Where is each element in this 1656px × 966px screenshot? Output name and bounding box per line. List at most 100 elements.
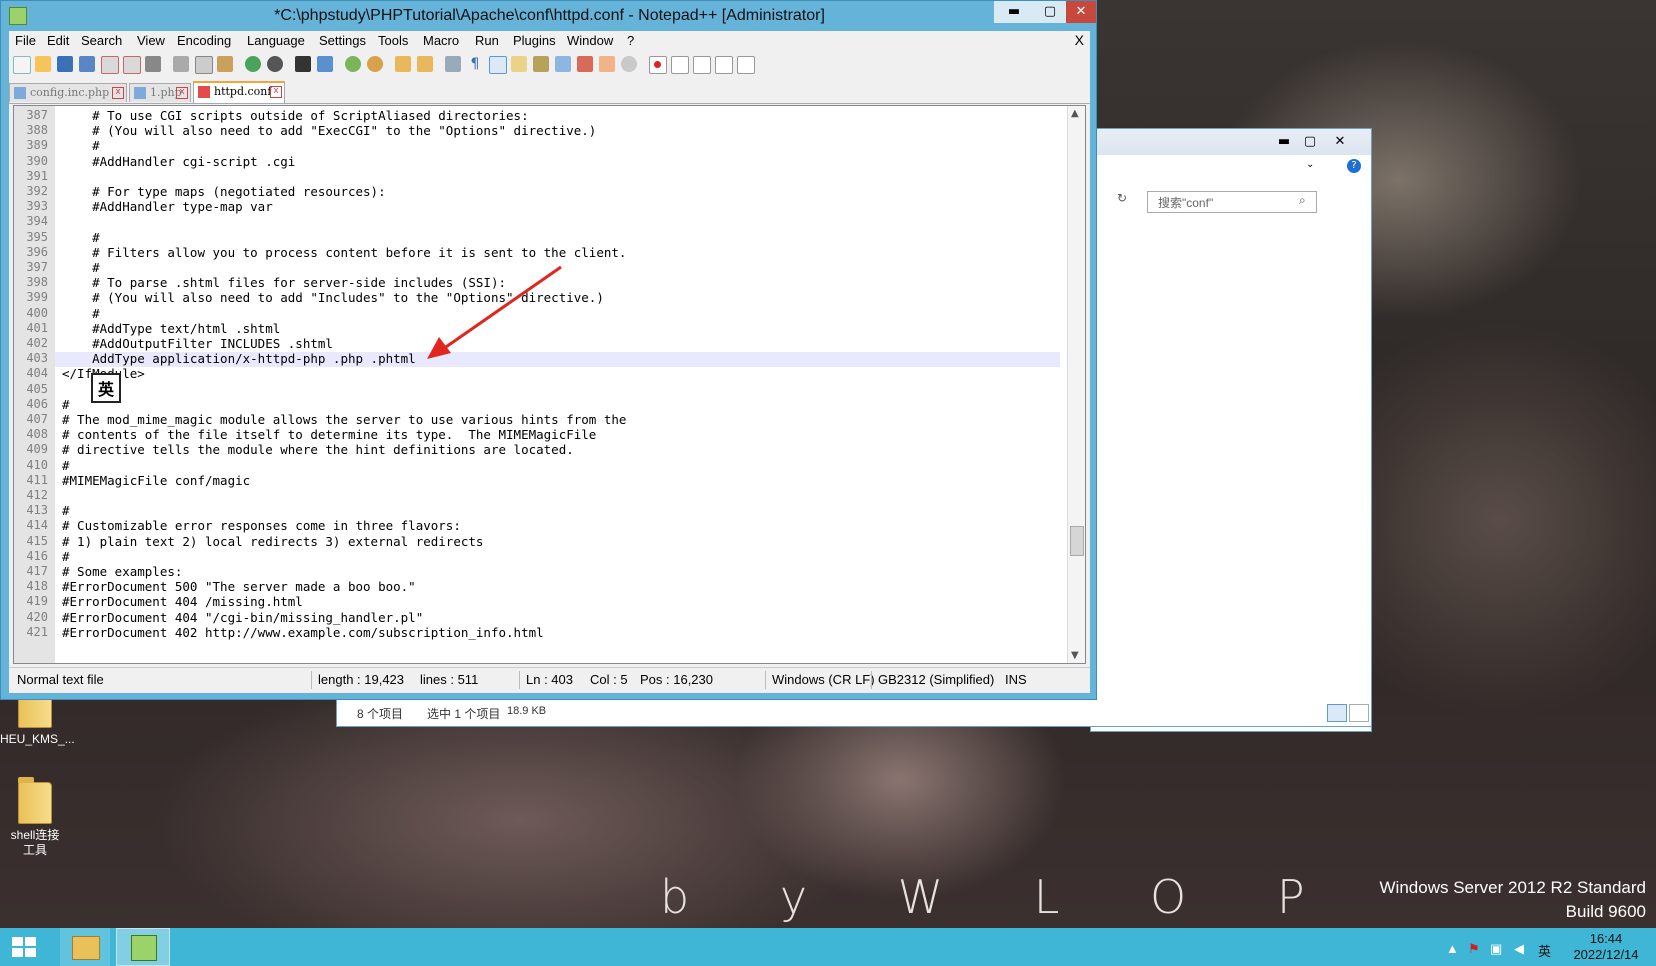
- menu-edit[interactable]: Edit: [47, 33, 69, 48]
- code-line[interactable]: #: [62, 260, 100, 275]
- zoom-out-icon[interactable]: [367, 56, 383, 72]
- code-line[interactable]: #: [62, 503, 70, 518]
- code-line[interactable]: #: [62, 138, 100, 153]
- code-line[interactable]: # (You will also need to add "ExecCGI" t…: [62, 123, 596, 138]
- paste-icon[interactable]: [217, 56, 233, 72]
- explorer-minimize-button[interactable]: ▬: [1271, 131, 1297, 153]
- ime-tray-indicator[interactable]: 英: [1538, 941, 1551, 960]
- tab-httpd-conf[interactable]: httpd.conf x: [193, 81, 285, 103]
- maximize-button[interactable]: ▢: [1034, 1, 1066, 23]
- help-icon[interactable]: ?: [1347, 159, 1361, 173]
- stop-macro-icon[interactable]: [671, 56, 689, 74]
- function-list-icon[interactable]: [555, 56, 571, 72]
- tab-close-icon[interactable]: x: [112, 87, 124, 99]
- code-line[interactable]: # Customizable error responses come in t…: [62, 518, 461, 533]
- menu-tools[interactable]: Tools: [378, 33, 408, 48]
- desktop-icon-shell-tool[interactable]: shell连接工具: [0, 777, 70, 858]
- tab-close-icon[interactable]: x: [270, 86, 282, 98]
- code-line[interactable]: #ErrorDocument 402 http://www.example.co…: [62, 625, 544, 640]
- scroll-up-icon[interactable]: ▲: [1071, 108, 1079, 119]
- code-line[interactable]: # The mod_mime_magic module allows the s…: [62, 412, 626, 427]
- code-line[interactable]: # To use CGI scripts outside of ScriptAl…: [62, 108, 529, 123]
- code-line[interactable]: #MIMEMagicFile conf/magic: [62, 473, 250, 488]
- explorer-search-input[interactable]: 搜索"conf": [1147, 191, 1317, 213]
- run-macro-multiple-icon[interactable]: [715, 56, 733, 74]
- show-hidden-icons-icon[interactable]: ▲: [1446, 941, 1459, 956]
- code-line[interactable]: #AddType text/html .shtml: [62, 321, 280, 336]
- network-icon[interactable]: ▣: [1490, 941, 1502, 957]
- zoom-in-icon[interactable]: [345, 56, 361, 72]
- play-macro-icon[interactable]: [693, 56, 711, 74]
- large-icons-view-icon[interactable]: [1349, 704, 1369, 722]
- menu-run[interactable]: Run: [475, 33, 499, 48]
- clipboard-history-icon[interactable]: [599, 56, 615, 72]
- menu-help[interactable]: ?: [627, 33, 634, 48]
- notepadpp-window[interactable]: *C:\phpstudy\PHPTutorial\Apache\conf\htt…: [0, 0, 1097, 700]
- save-macro-icon[interactable]: [737, 56, 755, 74]
- code-line[interactable]: # Filters allow you to process content b…: [62, 245, 626, 260]
- status-eol[interactable]: Windows (CR LF): [765, 671, 875, 689]
- details-view-icon[interactable]: [1327, 704, 1347, 722]
- indent-guide-icon[interactable]: [489, 56, 507, 74]
- tab-config-inc-php[interactable]: config.inc.php x: [9, 83, 127, 102]
- code-line[interactable]: # For type maps (negotiated resources):: [62, 184, 386, 199]
- menu-window[interactable]: Window: [567, 33, 613, 48]
- cut-icon[interactable]: [173, 56, 189, 72]
- scroll-down-icon[interactable]: ▼: [1071, 650, 1079, 661]
- status-encoding[interactable]: GB2312 (Simplified): [871, 671, 994, 689]
- close-button[interactable]: ✕: [1066, 1, 1096, 23]
- close-all-icon[interactable]: [123, 56, 141, 74]
- explorer-maximize-button[interactable]: ▢: [1297, 131, 1323, 153]
- code-line[interactable]: # 1) plain text 2) local redirects 3) ex…: [62, 534, 483, 549]
- menu-search[interactable]: Search: [81, 33, 122, 48]
- tab-close-icon[interactable]: x: [176, 87, 188, 99]
- taskbar-notepadpp[interactable]: [116, 928, 170, 966]
- explorer-close-button[interactable]: ✕: [1327, 131, 1353, 153]
- redo-icon[interactable]: [267, 56, 283, 72]
- menu-plugins[interactable]: Plugins: [513, 33, 556, 48]
- open-file-icon[interactable]: [35, 56, 51, 72]
- print-icon[interactable]: [145, 56, 161, 72]
- find-icon[interactable]: [295, 56, 311, 72]
- scrollbar-thumb[interactable]: [1070, 526, 1084, 556]
- close-file-icon[interactable]: [101, 56, 119, 74]
- code-line[interactable]: #AddHandler type-map var: [62, 199, 273, 214]
- replace-icon[interactable]: [317, 56, 333, 72]
- code-line[interactable]: #: [62, 397, 70, 412]
- code-line[interactable]: #: [62, 306, 100, 321]
- record-macro-icon[interactable]: [649, 56, 667, 74]
- code-line[interactable]: #: [62, 458, 70, 473]
- tab-1-php[interactable]: 1.php x: [129, 83, 191, 102]
- menu-settings[interactable]: Settings: [319, 33, 366, 48]
- menu-file[interactable]: File: [15, 33, 36, 48]
- code-line[interactable]: #AddOutputFilter INCLUDES .shtml: [62, 336, 333, 351]
- action-center-icon[interactable]: ⚑: [1468, 941, 1480, 957]
- menu-encoding[interactable]: Encoding: [177, 33, 231, 48]
- menu-macro[interactable]: Macro: [423, 33, 459, 48]
- close-document-button[interactable]: X: [1075, 32, 1084, 48]
- taskbar-file-explorer[interactable]: [60, 928, 110, 966]
- save-icon[interactable]: [57, 56, 73, 72]
- code-line[interactable]: #: [62, 230, 100, 245]
- code-line[interactable]: #: [62, 549, 70, 564]
- code-line[interactable]: # contents of the file itself to determi…: [62, 427, 596, 442]
- code-line[interactable]: #ErrorDocument 404 "/cgi-bin/missing_han…: [62, 610, 423, 625]
- word-wrap-icon[interactable]: [445, 56, 461, 72]
- save-all-icon[interactable]: [79, 56, 95, 72]
- sync-horizontal-icon[interactable]: [417, 56, 433, 72]
- vertical-scrollbar[interactable]: ▲ ▼: [1067, 106, 1085, 663]
- folder-workspace-icon[interactable]: [577, 56, 593, 72]
- chevron-down-icon[interactable]: ⌄: [1306, 159, 1314, 170]
- user-lang-icon[interactable]: [511, 56, 527, 72]
- undo-icon[interactable]: [245, 56, 261, 72]
- new-file-icon[interactable]: [13, 56, 31, 74]
- code-line[interactable]: #ErrorDocument 500 "The server made a bo…: [62, 579, 416, 594]
- menu-view[interactable]: View: [137, 33, 165, 48]
- minimize-button[interactable]: ▬: [994, 1, 1034, 23]
- show-all-chars-icon[interactable]: ¶: [467, 56, 483, 72]
- menu-language[interactable]: Language: [247, 33, 305, 48]
- copy-icon[interactable]: [195, 56, 213, 74]
- code-line[interactable]: #ErrorDocument 404 /missing.html: [62, 594, 303, 609]
- clock[interactable]: 16:44 2022/12/14: [1566, 931, 1646, 963]
- code-line[interactable]: #AddHandler cgi-script .cgi: [62, 154, 295, 169]
